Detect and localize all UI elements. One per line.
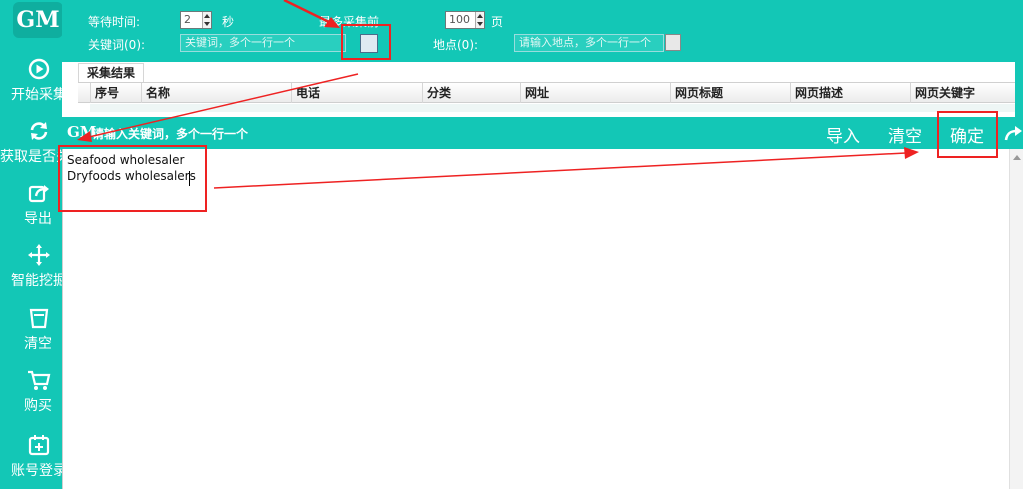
annotation-box-confirm-button	[937, 111, 998, 158]
tab-results[interactable]: 采集结果	[78, 63, 144, 83]
keywords-label: 关键词(0):	[88, 38, 146, 52]
column-header-category[interactable]: 分类	[422, 83, 520, 103]
sidebar: GM 开始采集 获取是否关 导出	[0, 0, 62, 489]
sidebar-item-label: 智能挖掘	[11, 273, 62, 289]
share-export-icon	[28, 185, 49, 203]
vertical-scrollbar[interactable]	[1009, 149, 1023, 489]
column-header-page-description[interactable]: 网页描述	[790, 83, 910, 103]
results-table-header: 序号 名称 电话 分类 网址 网页标题 网页描述 网页关键字	[78, 82, 1015, 103]
sidebar-item-label: 开始采集	[11, 87, 62, 103]
spin-arrows-icon[interactable]	[202, 12, 211, 28]
max-pages-unit: 页	[491, 15, 504, 29]
column-header-url[interactable]: 网址	[520, 83, 670, 103]
calendar-plus-icon	[28, 435, 50, 456]
play-circle-icon	[28, 58, 50, 80]
sidebar-item-start-collect[interactable]: 开始采集	[0, 58, 62, 114]
wait-time-stepper[interactable]: 2	[180, 11, 212, 29]
trash-icon	[29, 308, 49, 329]
table-row	[90, 104, 1015, 112]
annotation-box-keywords-text	[58, 145, 207, 212]
sidebar-item-label: 清空	[24, 336, 52, 352]
annotation-box-keywords-button	[341, 24, 391, 60]
keywords-input[interactable]: 关键词，多个一行一个	[180, 34, 346, 52]
settings-panel: 等待时间: 2 秒 最多采集前 100 页 关键词(0): 关键词，多个一行一个…	[62, 0, 1015, 62]
refresh-icon	[30, 122, 48, 140]
column-header-page-title[interactable]: 网页标题	[670, 83, 790, 103]
import-button[interactable]: 导入	[826, 122, 860, 147]
sidebar-item-buy[interactable]: 购买	[0, 369, 62, 425]
sidebar-item-export[interactable]: 导出	[0, 182, 62, 238]
cart-icon	[28, 370, 51, 390]
sidebar-item-fetch[interactable]: 获取是否关	[0, 120, 62, 176]
column-header-phone[interactable]: 电话	[291, 83, 422, 103]
wait-time-value: 2	[184, 13, 191, 26]
sidebar-item-smart-mining[interactable]: 智能挖掘	[0, 244, 62, 300]
keywords-placeholder: 关键词，多个一行一个	[185, 36, 295, 49]
column-header-page-keywords[interactable]: 网页关键字	[910, 83, 1015, 103]
sidebar-item-clear[interactable]: 清空	[0, 307, 62, 363]
wait-time-unit: 秒	[222, 15, 235, 29]
sidebar-item-login[interactable]: 账号登录	[0, 434, 62, 489]
spin-arrows-icon[interactable]	[475, 12, 484, 28]
column-header-index[interactable]: 序号	[90, 83, 141, 103]
sidebar-item-label: 账号登录	[11, 463, 62, 479]
sidebar-item-label: 获取是否关	[0, 149, 62, 165]
clear-button[interactable]: 清空	[888, 122, 922, 147]
location-placeholder: 请输入地点，多个一行一个	[519, 36, 651, 49]
wait-time-label: 等待时间:	[88, 15, 141, 29]
location-input[interactable]: 请输入地点，多个一行一个	[514, 34, 664, 52]
dialog-title: 请输入关键词，多个一行一个	[92, 127, 249, 141]
location-label: 地点(0):	[433, 38, 479, 52]
location-edit-button[interactable]	[665, 34, 681, 51]
return-arrow-icon[interactable]	[1004, 124, 1022, 142]
max-pages-stepper[interactable]: 100	[445, 11, 485, 29]
max-pages-value: 100	[449, 13, 470, 26]
sidebar-item-label: 购买	[24, 398, 52, 414]
move-crosshair-icon	[28, 244, 50, 266]
sidebar-item-label: 导出	[24, 211, 52, 227]
column-header-name[interactable]: 名称	[141, 83, 291, 103]
results-panel: 采集结果 序号 名称 电话 分类 网址 网页标题 网页描述 网页关键字	[78, 62, 1015, 118]
app-logo: GM	[13, 2, 62, 38]
